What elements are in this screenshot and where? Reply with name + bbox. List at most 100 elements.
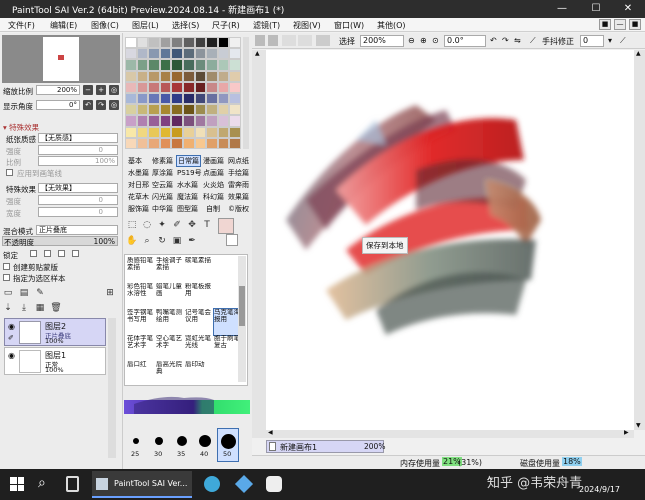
palette-swatch[interactable]: [136, 137, 149, 149]
pen-icon[interactable]: ✒: [186, 235, 198, 247]
redo-icon[interactable]: [268, 35, 278, 46]
tab-effect[interactable]: 效果篇: [228, 192, 249, 202]
apply-brush-checkbox[interactable]: [6, 169, 13, 176]
palette-swatch[interactable]: [217, 70, 230, 82]
brush-item[interactable]: 记号笔会议用: [185, 309, 213, 335]
zoom-tool-icon[interactable]: ⌕: [141, 235, 153, 247]
menu-file[interactable]: 文件(F): [8, 20, 35, 31]
palette-swatch[interactable]: [217, 115, 230, 127]
paper-select[interactable]: 【无质感】: [38, 133, 118, 143]
palette-swatch[interactable]: [194, 92, 207, 105]
tab-shapes[interactable]: 图型篇: [177, 204, 198, 214]
primary-color-swatch[interactable]: [218, 218, 234, 234]
opacity-slider[interactable]: 不透明度 100%: [2, 236, 118, 247]
new-linework-icon[interactable]: ✎: [34, 287, 46, 299]
angle-field[interactable]: 0°: [36, 100, 80, 110]
app-cube-icon[interactable]: [234, 474, 254, 494]
tab-flash[interactable]: 闪光篇: [152, 192, 173, 202]
zoom-out-button[interactable]: −: [83, 85, 93, 95]
minimize-button[interactable]: —: [545, 0, 579, 18]
palette-swatch[interactable]: [229, 81, 241, 93]
canvas-bottom-scrollbar[interactable]: ◀ ▶: [266, 429, 634, 438]
toolbar-angle-field[interactable]: 0.0°: [444, 35, 486, 47]
tab-scifi[interactable]: 科幻篇: [203, 192, 224, 202]
rotate-left-button[interactable]: ↶: [83, 100, 93, 110]
brush-item[interactable]: 唇口红: [127, 361, 155, 387]
palette-swatch[interactable]: [229, 48, 241, 60]
brush-item[interactable]: 空心笔艺术字: [156, 335, 184, 361]
palette-swatch[interactable]: [206, 81, 218, 93]
zoom-reset-button[interactable]: ◎: [109, 85, 119, 95]
rotate-cw-icon[interactable]: ↷: [502, 36, 509, 45]
calculator-icon[interactable]: [66, 476, 79, 492]
menu-select[interactable]: 选择(S): [172, 20, 199, 31]
brush-size-dot[interactable]: [133, 438, 139, 444]
taskbar-app-saI[interactable]: PaintTool SAI Ver...: [92, 471, 192, 498]
palette-swatch[interactable]: [171, 137, 183, 149]
tab-thunder[interactable]: 雷奔雨: [228, 180, 249, 190]
palette-swatch[interactable]: [229, 126, 241, 138]
palette-swatch[interactable]: [148, 37, 160, 49]
palette-swatch[interactable]: [148, 59, 160, 71]
palette-swatch[interactable]: [125, 59, 137, 71]
tab-magic[interactable]: 魔法篇: [177, 192, 198, 202]
palette-swatch[interactable]: [229, 92, 241, 105]
canvas-left-scrollbar[interactable]: ▲: [252, 50, 266, 438]
select-rect-icon[interactable]: ⬚: [126, 219, 138, 231]
tab-ink[interactable]: 水墨篇: [128, 168, 149, 178]
palette-swatch[interactable]: [194, 59, 207, 71]
maximize-button[interactable]: ☐: [579, 0, 613, 18]
palette-swatch[interactable]: [183, 115, 195, 127]
tab-comic[interactable]: 漫画篇: [203, 156, 224, 166]
palette-swatch[interactable]: [159, 92, 172, 105]
layer-scrollbar[interactable]: [108, 318, 116, 458]
palette-swatch[interactable]: [171, 104, 183, 116]
palette-swatch[interactable]: [217, 48, 230, 60]
color-palette[interactable]: [125, 37, 241, 149]
palette-swatch[interactable]: [229, 104, 241, 116]
palette-swatch[interactable]: [148, 81, 160, 93]
palette-swatch[interactable]: [183, 137, 195, 149]
rotate-ccw-icon[interactable]: ↶: [490, 36, 497, 45]
brush-item[interactable]: 质感铅笔素描: [127, 257, 155, 283]
palette-swatch[interactable]: [217, 104, 230, 116]
deselect-icon[interactable]: [282, 35, 296, 46]
palette-swatch[interactable]: [171, 37, 183, 49]
flip-icon[interactable]: ⇋: [514, 36, 521, 45]
palette-swatch[interactable]: [125, 137, 137, 149]
palette-swatch[interactable]: [206, 92, 218, 105]
lock-paint-toggle[interactable]: [44, 250, 51, 257]
palette-swatch[interactable]: [159, 126, 172, 138]
layer-item-2[interactable]: ◉ ✐ 图层2 正片叠底 100%: [4, 318, 106, 346]
menu-min-button[interactable]: —: [614, 19, 626, 30]
transfer-down-icon[interactable]: ⇣: [2, 302, 14, 314]
menu-window[interactable]: 窗口(W): [334, 20, 364, 31]
width-field[interactable]: 0: [38, 207, 118, 217]
tab-copyright[interactable]: ©版权: [228, 204, 249, 214]
palette-swatch[interactable]: [229, 37, 241, 49]
menu-ruler[interactable]: 尺子(R): [212, 20, 240, 31]
undo-icon[interactable]: [255, 35, 265, 46]
merge-down-icon[interactable]: ⤓: [18, 302, 30, 314]
palette-swatch[interactable]: [183, 48, 195, 60]
browser-icon[interactable]: [204, 476, 220, 492]
palette-swatch[interactable]: [125, 70, 137, 82]
palette-scrollbar[interactable]: [243, 37, 249, 149]
palette-swatch[interactable]: [217, 37, 230, 49]
brush-item[interactable]: 唇印动: [185, 361, 213, 387]
magic-wand-icon[interactable]: ✦: [156, 219, 168, 231]
document-tab[interactable]: 新建画布1 200%: [266, 440, 385, 453]
rotate-reset-button[interactable]: ◎: [109, 100, 119, 110]
scroll-left-icon[interactable]: ◀: [268, 429, 273, 436]
tab-water[interactable]: 水水篇: [177, 180, 198, 190]
palette-swatch[interactable]: [171, 115, 183, 127]
palette-swatch[interactable]: [136, 70, 149, 82]
lock-move-toggle[interactable]: [58, 250, 65, 257]
new-layer-icon[interactable]: ▭: [2, 287, 14, 299]
lock-all-toggle[interactable]: [72, 250, 79, 257]
palette-swatch[interactable]: [136, 115, 149, 127]
palette-swatch[interactable]: [136, 126, 149, 138]
palette-swatch[interactable]: [125, 92, 137, 105]
palette-swatch[interactable]: [136, 92, 149, 105]
palette-swatch[interactable]: [183, 92, 195, 105]
